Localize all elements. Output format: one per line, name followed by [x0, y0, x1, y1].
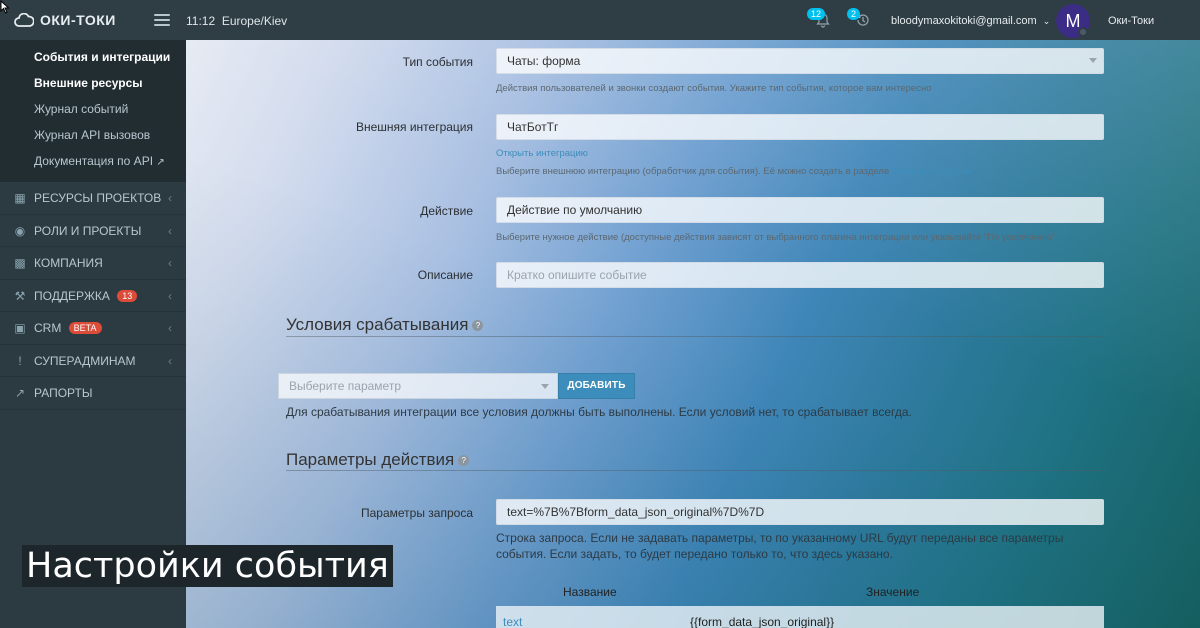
- status-dot: [1078, 27, 1088, 37]
- main-content: Тип события Чаты: форма Действия пользов…: [186, 40, 1200, 628]
- toggle-icon: ◉: [14, 223, 26, 238]
- sidebar-item-label: СУПЕРАДМИНАМ: [34, 353, 136, 368]
- chevron-left-icon: ‹: [168, 353, 172, 368]
- cloud-logo-icon: [14, 13, 34, 27]
- query-params-label: Параметры запроса: [361, 506, 473, 520]
- exclamation-icon: !: [18, 353, 22, 368]
- clock: 11:12 Europe/Kiev: [186, 14, 287, 28]
- sidebar-item-support[interactable]: ⚒ ПОДДЕРЖКА 13 ‹: [0, 280, 186, 312]
- description-input[interactable]: Кратко опишите событие: [496, 262, 1104, 288]
- conditions-divider: [286, 336, 1104, 337]
- sidebar-item-label: ПОДДЕРЖКА: [34, 288, 110, 303]
- params-title: Параметры действия?: [286, 450, 470, 470]
- menu-toggle-icon[interactable]: [154, 14, 170, 26]
- params-title-text: Параметры действия: [286, 450, 455, 469]
- timezone: Europe/Kiev: [221, 14, 288, 28]
- time: 11:12: [186, 14, 216, 28]
- integration-help: Выберите внешнюю интеграцию (обработчик …: [496, 166, 972, 177]
- chevron-left-icon: ‹: [168, 223, 172, 238]
- table-row: text {{form_data_json_original}}: [496, 606, 1104, 628]
- params-divider: [286, 470, 1104, 471]
- wrench-icon: ⚒: [14, 288, 26, 303]
- event-type-label: Тип события: [402, 55, 473, 69]
- sidebar-item-events-integrations[interactable]: События и интеграции: [0, 44, 186, 70]
- open-integration-link[interactable]: Открыть интеграцию: [496, 148, 588, 159]
- sidebar-item-reports[interactable]: ↗ РАПОРТЫ: [0, 377, 186, 410]
- add-condition-button[interactable]: ДОБАВИТЬ: [558, 373, 635, 399]
- question-icon[interactable]: ?: [472, 320, 484, 331]
- integration-label: Внешняя интеграция: [355, 120, 473, 134]
- tasks-badge: 2: [847, 8, 861, 20]
- external-resources-link[interactable]: Внешние ресурсы: [892, 166, 972, 177]
- sidebar-submenu: События и интеграции Внешние ресурсы Жур…: [0, 40, 186, 182]
- sidebar-item-label: РЕСУРСЫ ПРОЕКТОВ: [34, 191, 162, 205]
- description-label: Описание: [417, 268, 473, 282]
- query-params-input[interactable]: text=%7B%7Bform_data_json_original%7D%7D: [496, 499, 1104, 525]
- caption-overlay: Настройки события: [22, 545, 393, 587]
- sidebar-item-external-resources[interactable]: Внешние ресурсы: [0, 70, 186, 96]
- grid-icon: ▦: [14, 191, 26, 205]
- chevron-left-icon: ‹: [168, 321, 172, 335]
- chevron-down-icon: ⌄: [1042, 16, 1051, 26]
- chevron-left-icon: ‹: [168, 256, 172, 270]
- user-menu[interactable]: bloodymaxokitoki@gmail.com ⌄: [891, 15, 1050, 27]
- support-badge: 13: [117, 289, 138, 302]
- query-params-help: Строка запроса. Если не задавать парамет…: [496, 531, 1064, 561]
- action-help: Выберите нужное действие (доступные дейс…: [496, 232, 1055, 243]
- table-header-value: Значение: [866, 585, 920, 599]
- sidebar-item-roles-projects[interactable]: ◉ РОЛИ И ПРОЕКТЫ ‹: [0, 215, 186, 247]
- chevron-left-icon: ‹: [168, 191, 172, 205]
- notifications-button[interactable]: 12: [807, 8, 833, 30]
- sidebar: События и интеграции Внешние ресурсы Жур…: [0, 40, 186, 628]
- sidebar-item-label: CRM: [34, 321, 62, 335]
- sidebar-item-superadmin[interactable]: ! СУПЕРАДМИНАМ ‹: [0, 345, 186, 377]
- conditions-title-text: Условия срабатывания: [286, 315, 469, 334]
- param-name-link[interactable]: text: [503, 615, 522, 628]
- integration-value: ЧатБотТг: [507, 120, 559, 134]
- caret-down-icon: [1089, 58, 1097, 63]
- chevron-left-icon: ‹: [168, 288, 172, 303]
- bar-chart-icon: ▩: [14, 256, 26, 270]
- table-header-name: Название: [563, 585, 617, 599]
- tasks-button[interactable]: 2: [847, 8, 873, 30]
- sidebar-item-project-resources[interactable]: ▦ РЕСУРСЫ ПРОЕКТОВ ‹: [0, 182, 186, 215]
- external-link-icon: ↗: [156, 157, 165, 168]
- event-type-select[interactable]: Чаты: форма: [496, 48, 1104, 74]
- sidebar-item-crm[interactable]: ▣ CRM BETA ‹: [0, 312, 186, 345]
- sidebar-item-api-log[interactable]: Журнал API вызовов: [0, 122, 186, 148]
- sidebar-item-label: РАПОРТЫ: [34, 386, 93, 400]
- sidebar-item-label: Документация по API: [34, 154, 154, 168]
- event-type-help: Действия пользователей и звонки создают …: [496, 83, 932, 94]
- param-value: {{form_data_json_original}}: [690, 615, 835, 628]
- sidebar-item-label: РОЛИ И ПРОЕКТЫ: [34, 223, 142, 238]
- question-icon[interactable]: ?: [458, 455, 470, 466]
- notifications-badge: 12: [807, 8, 826, 20]
- org-name[interactable]: Оки-Токи: [1108, 15, 1154, 27]
- integration-help-text: Выберите внешнюю интеграцию (обработчик …: [496, 166, 890, 177]
- conditions-title: Условия срабатывания?: [286, 315, 484, 335]
- cursor-icon: [0, 0, 10, 14]
- event-type-value: Чаты: форма: [507, 54, 581, 68]
- action-select[interactable]: Действие по умолчанию: [496, 197, 1104, 223]
- conditions-help: Для срабатывания интеграции все условия …: [286, 405, 912, 419]
- card-icon: ▣: [14, 321, 26, 335]
- action-value: Действие по умолчанию: [507, 203, 643, 217]
- logo-text: ОКИ-ТОКИ: [40, 12, 116, 28]
- top-bar: ОКИ-ТОКИ 11:12 Europe/Kiev 12 2 bloodyma…: [0, 0, 1200, 40]
- user-email: bloodymaxokitoki@gmail.com: [891, 15, 1037, 27]
- integration-select[interactable]: ЧатБотТг: [496, 114, 1104, 140]
- parameter-select[interactable]: Выберите параметр: [278, 373, 558, 399]
- sidebar-item-event-log[interactable]: Журнал событий: [0, 96, 186, 122]
- sidebar-item-api-docs[interactable]: Документация по API ↗: [0, 148, 186, 174]
- line-chart-icon: ↗: [14, 386, 26, 400]
- app-logo[interactable]: ОКИ-ТОКИ: [14, 11, 116, 29]
- sidebar-item-label: КОМПАНИЯ: [34, 256, 103, 270]
- sidebar-item-company[interactable]: ▩ КОМПАНИЯ ‹: [0, 247, 186, 280]
- parameter-select-placeholder: Выберите параметр: [289, 379, 402, 393]
- caret-down-icon: [541, 384, 549, 389]
- beta-badge: BETA: [68, 322, 102, 334]
- action-label: Действие: [420, 204, 473, 218]
